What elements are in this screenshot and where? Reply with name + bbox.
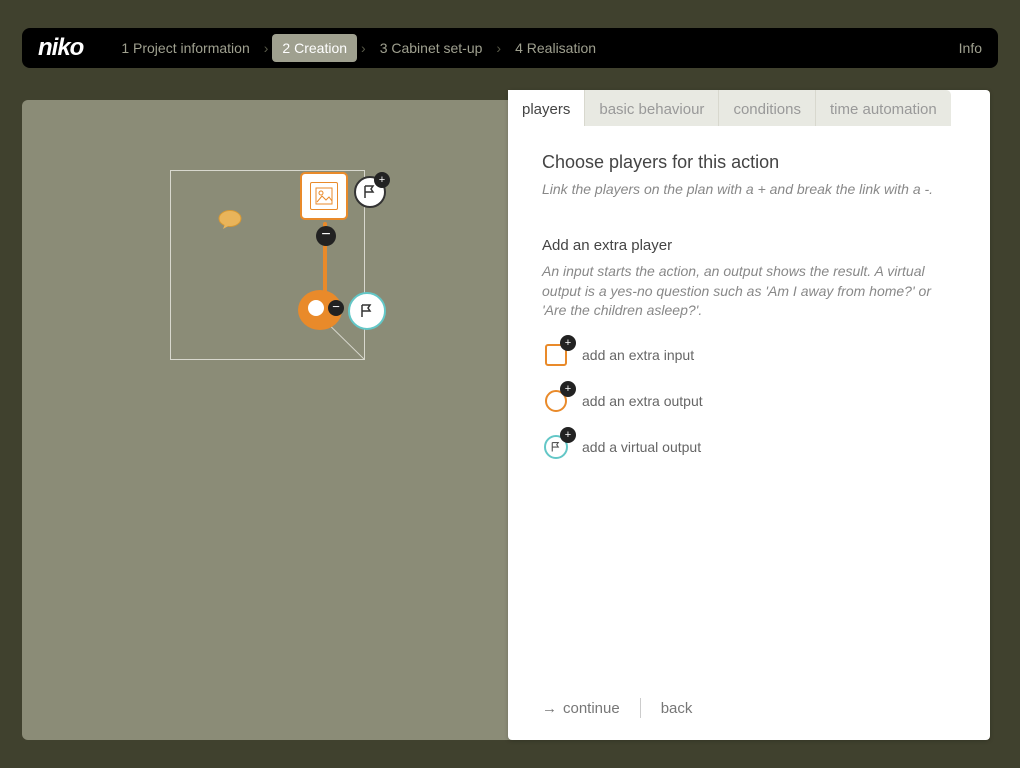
flag-badge-output[interactable]: [348, 292, 386, 330]
flag-icon: [362, 184, 378, 200]
step-cabinet-setup[interactable]: 3 Cabinet set-up: [370, 34, 493, 62]
virtual-output-icon: +: [542, 433, 570, 461]
side-panel: players basic behaviour conditions time …: [508, 90, 990, 740]
plus-icon: +: [560, 427, 576, 443]
chevron-right-icon: ›: [361, 40, 366, 56]
unlink-output-button[interactable]: −: [328, 300, 344, 316]
add-extra-input[interactable]: + add an extra input: [542, 341, 956, 369]
back-button[interactable]: back: [661, 700, 693, 717]
panel-footer: → continue back: [542, 698, 692, 718]
breadcrumb-bar: niko 1 Project information › 2 Creation …: [22, 28, 998, 68]
continue-label: continue: [563, 700, 620, 717]
output-icon: +: [542, 387, 570, 415]
add-virtual-output-label: add a virtual output: [582, 439, 701, 455]
step-project-info[interactable]: 1 Project information: [111, 34, 259, 62]
tabs: players basic behaviour conditions time …: [508, 90, 990, 126]
add-player-help: An input starts the action, an output sh…: [542, 262, 956, 321]
tab-conditions[interactable]: conditions: [719, 90, 816, 126]
speech-bubble-icon[interactable]: [217, 210, 243, 230]
add-player-heading: Add an extra player: [542, 237, 956, 254]
picture-icon: [310, 182, 338, 210]
step-realisation[interactable]: 4 Realisation: [505, 34, 606, 62]
panel-title: Choose players for this action: [542, 152, 956, 173]
chevron-right-icon: ›: [264, 40, 269, 56]
input-icon: +: [542, 341, 570, 369]
plus-icon: +: [560, 381, 576, 397]
flag-icon: [550, 441, 562, 453]
arrow-right-icon: →: [542, 700, 557, 717]
step-creation[interactable]: 2 Creation: [272, 34, 357, 62]
tab-time-automation[interactable]: time automation: [816, 90, 951, 126]
add-extra-output[interactable]: + add an extra output: [542, 387, 956, 415]
continue-button[interactable]: → continue: [542, 700, 620, 717]
input-node[interactable]: [300, 172, 348, 220]
flag-icon: [359, 303, 375, 319]
info-link[interactable]: Info: [959, 40, 982, 56]
plus-icon: +: [560, 335, 576, 351]
flag-badge-input[interactable]: +: [354, 176, 386, 208]
plan-canvas[interactable]: + − −: [22, 100, 512, 740]
add-extra-output-label: add an extra output: [582, 393, 703, 409]
chevron-right-icon: ›: [496, 40, 501, 56]
panel-desc: Link the players on the plan with a + an…: [542, 181, 956, 197]
tab-basic-behaviour[interactable]: basic behaviour: [585, 90, 719, 126]
add-virtual-output[interactable]: + add a virtual output: [542, 433, 956, 461]
add-extra-input-label: add an extra input: [582, 347, 694, 363]
tab-players[interactable]: players: [508, 90, 585, 126]
logo: niko: [38, 34, 83, 62]
panel-body: Choose players for this action Link the …: [508, 126, 990, 505]
plus-icon: +: [374, 172, 390, 188]
unlink-input-button[interactable]: −: [316, 226, 336, 246]
divider: [640, 698, 641, 718]
